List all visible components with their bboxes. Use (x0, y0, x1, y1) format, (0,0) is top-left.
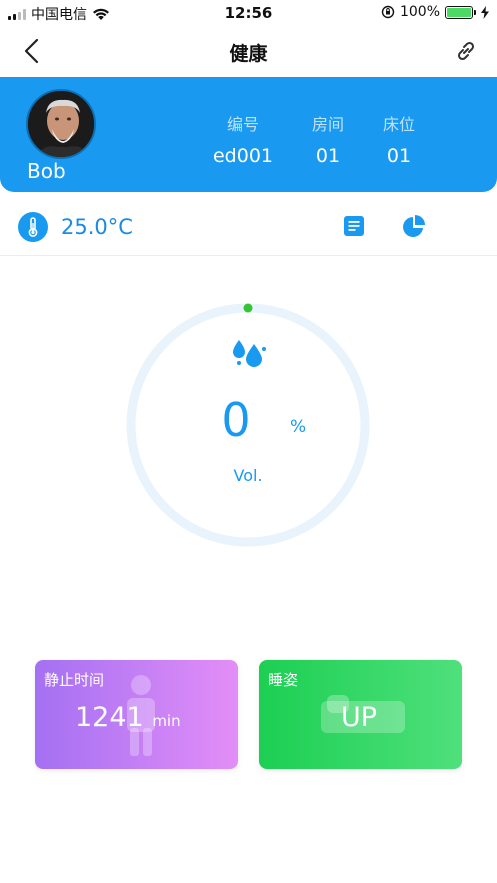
rest-time-value: 1241 (75, 702, 144, 733)
info-label: 编号 (226, 115, 259, 134)
rest-time-title: 静止时间 (44, 671, 105, 689)
gauge-label: Vol. (233, 466, 263, 485)
gauge-value: 0 (221, 393, 251, 447)
temperature-value: 25.0°C (61, 215, 133, 239)
info-column-id: 编号 ed001 (203, 111, 283, 167)
pie-chart-icon[interactable] (401, 214, 427, 240)
battery-icon (445, 5, 476, 19)
rest-time-unit: min (152, 712, 181, 730)
avatar-image (28, 91, 94, 157)
water-drops-icon (233, 340, 266, 367)
info-value: 01 (386, 145, 412, 167)
document-icon[interactable] (343, 215, 365, 237)
sleep-posture-title: 睡姿 (268, 671, 299, 689)
gauge-indicator (243, 303, 253, 313)
page-title: 健康 (229, 43, 268, 65)
battery-percent: 100% (399, 4, 440, 20)
section-divider (0, 255, 497, 256)
rest-time-card[interactable]: 静止时间 1241 min (35, 660, 238, 769)
sleep-posture-value: UP (341, 702, 378, 733)
thermometer-icon (18, 212, 48, 242)
profile-header: Bob 编号 ed001 房间 01 床位 01 (0, 77, 497, 192)
avatar[interactable] (26, 89, 96, 159)
user-name: Bob (27, 159, 66, 183)
info-column-bed: 床位 01 (359, 111, 439, 167)
link-icon[interactable] (453, 38, 479, 64)
info-value: ed001 (212, 145, 273, 167)
info-label: 房间 (311, 115, 344, 134)
temperature-row: 25.0°C (0, 210, 497, 246)
info-value: 01 (315, 145, 341, 167)
nav-bar: 健康 (0, 26, 497, 76)
orientation-lock-icon (381, 5, 395, 19)
info-label: 床位 (382, 115, 415, 134)
sleep-posture-card[interactable]: 睡姿 UP (259, 660, 462, 769)
info-column-room: 房间 01 (288, 111, 368, 167)
status-right: 100% (381, 4, 489, 20)
gauge-unit: % (290, 417, 307, 437)
status-bar: 中国电信 12:56 100% (0, 0, 497, 26)
rest-time-value-wrap: 1241 min (75, 702, 181, 733)
charging-icon (481, 5, 489, 19)
